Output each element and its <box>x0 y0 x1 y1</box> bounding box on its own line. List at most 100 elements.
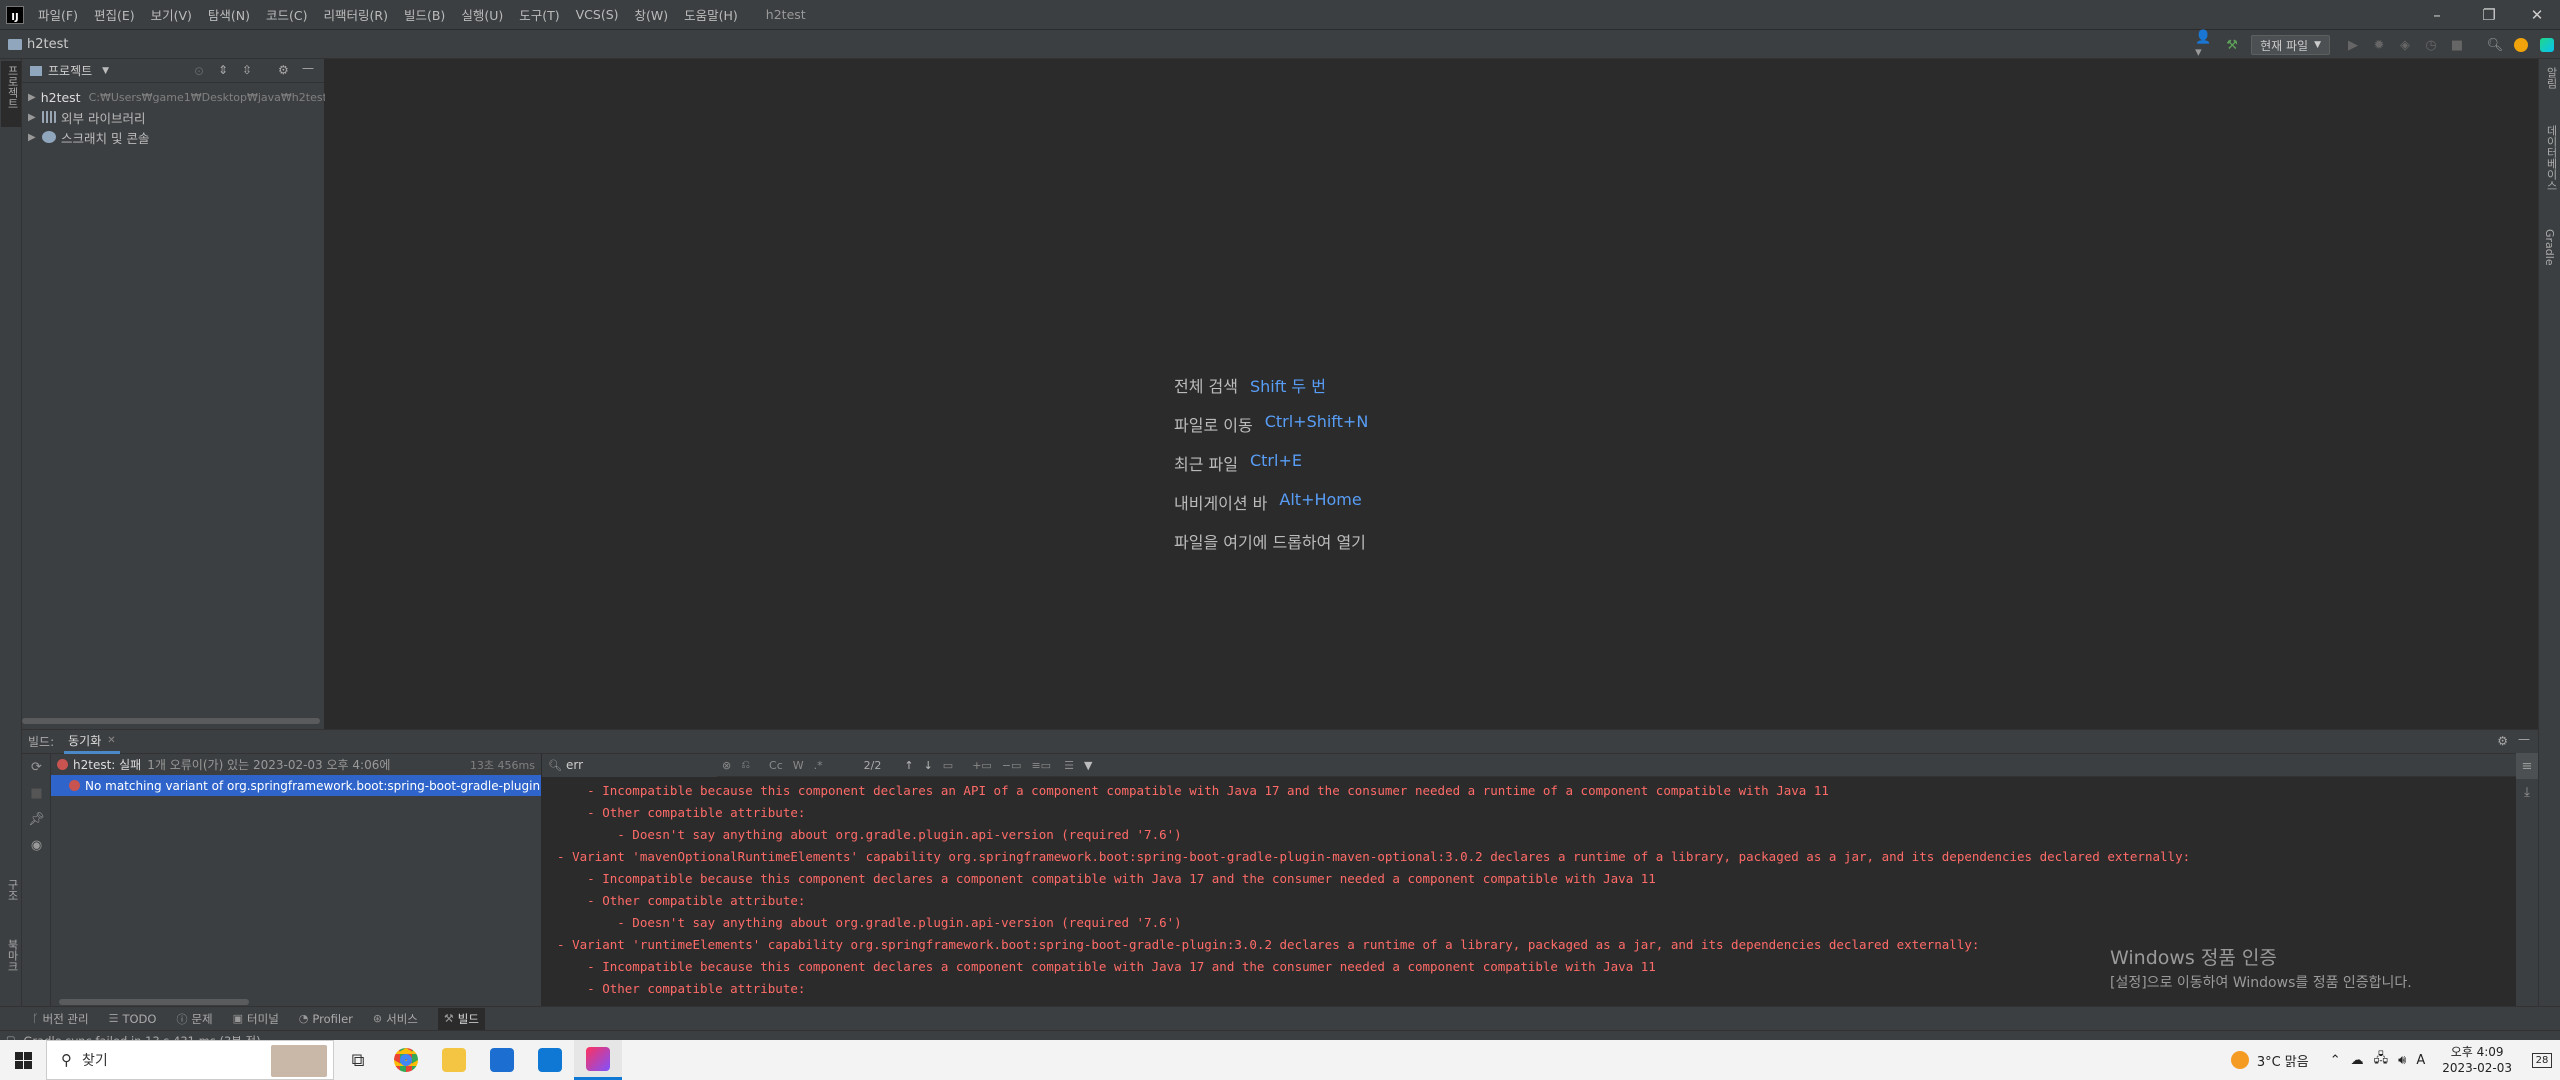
match-case-icon[interactable]: Cc <box>769 759 783 772</box>
structure-tool-tab[interactable]: 구조 <box>4 879 20 901</box>
menu-vcs[interactable]: VCS(S) <box>576 7 619 22</box>
tree-item-scratches[interactable]: ▶ 스크래치 및 콘솔 <box>22 127 324 147</box>
menu-build[interactable]: 빌드(B) <box>404 5 445 24</box>
hide-icon[interactable]: — <box>2518 732 2530 746</box>
ime-indicator[interactable]: A <box>2416 1053 2425 1068</box>
filter-icon[interactable]: ▼ <box>1084 759 1092 772</box>
build-hammer-icon[interactable]: ⚒ <box>2221 34 2243 56</box>
profile-icon[interactable]: ◷ <box>2420 34 2442 56</box>
scroll-to-end-icon[interactable]: ⤓ <box>2516 779 2538 805</box>
coverage-icon[interactable]: ◈ <box>2394 34 2416 56</box>
words-icon[interactable]: W <box>793 759 804 772</box>
remove-occurrence-icon[interactable]: −▭ <box>1002 759 1022 772</box>
weather-widget[interactable]: 3°C 맑음 <box>2230 1051 2309 1070</box>
gear-icon[interactable]: ⚙ <box>2497 734 2508 748</box>
menu-help[interactable]: 도움말(H) <box>684 5 738 24</box>
build-error-node[interactable]: No matching variant of org.springframewo… <box>51 775 541 796</box>
chevron-right-icon[interactable]: ▶ <box>28 132 42 143</box>
gradle-tool-tab[interactable]: Gradle <box>2543 229 2556 266</box>
arrow-down-icon[interactable]: ↓ <box>924 759 933 772</box>
locate-icon[interactable]: ⊙ <box>194 64 204 78</box>
volume-icon[interactable]: 🔊︎ <box>2398 1053 2406 1068</box>
minimize-button[interactable]: – <box>2414 0 2460 29</box>
navigation-bar: h2test 👤▾ ⚒ 현재 파일 ▼ ▶ ✹ ◈ ◷ ■ 🔍︎ <box>0 29 2560 60</box>
update-icon[interactable] <box>2510 34 2532 56</box>
tab-problems[interactable]: ⓘ 문제 <box>176 1011 212 1027</box>
menu-tools[interactable]: 도구(T) <box>519 5 559 24</box>
taskbar-search[interactable]: ⚲ 찾기 <box>46 1040 334 1080</box>
add-occurrence-icon[interactable]: +▭ <box>972 759 992 772</box>
tab-profiler[interactable]: ◔ Profiler <box>299 1012 353 1026</box>
tab-version-control[interactable]: ᚴ 버전 관리 <box>32 1011 89 1027</box>
start-button[interactable] <box>0 1040 46 1080</box>
task-view-button[interactable]: ⧉ <box>334 1040 382 1080</box>
arrow-up-icon[interactable]: ↑ <box>904 759 913 772</box>
taskbar-file-explorer[interactable] <box>430 1040 478 1080</box>
gear-icon[interactable]: ⚙ <box>278 63 289 77</box>
menu-refactor[interactable]: 리팩터링(R) <box>324 5 388 24</box>
tab-build[interactable]: ⚒ 빌드 <box>437 1007 485 1030</box>
close-icon[interactable]: ✕ <box>107 735 115 746</box>
stop-icon[interactable]: ■ <box>2446 34 2468 56</box>
menu-file[interactable]: 파일(F) <box>38 5 78 24</box>
onedrive-icon[interactable]: ☁ <box>2351 1053 2364 1068</box>
select-all-icon[interactable]: ▭ <box>943 759 953 772</box>
filter-lines-icon[interactable]: ☰ <box>1064 759 1074 772</box>
select-all-occurrences-icon[interactable]: ≡▭ <box>1031 759 1051 772</box>
jetbrains-logo-icon[interactable] <box>2536 34 2558 56</box>
bookmarks-tool-tab[interactable]: 북마크 <box>4 939 20 972</box>
clock[interactable]: 오후 4:09 2023-02-03 <box>2442 1044 2512 1076</box>
intellij-logo-icon[interactable]: IJ <box>6 5 24 24</box>
search-everywhere-icon[interactable]: 🔍︎ <box>2484 34 2506 56</box>
taskbar-store[interactable] <box>478 1040 526 1080</box>
run-icon[interactable]: ▶ <box>2342 34 2364 56</box>
stop-icon[interactable]: ■ <box>22 780 51 806</box>
collapse-all-icon[interactable]: ⇳ <box>242 63 252 77</box>
chevron-down-icon[interactable]: ▼ <box>102 66 109 76</box>
menu-navigate[interactable]: 탐색(N) <box>208 5 250 24</box>
eye-icon[interactable]: ◉ <box>22 832 51 858</box>
debug-icon[interactable]: ✹ <box>2368 34 2390 56</box>
tree-item-project[interactable]: ▶ h2test C:₩Users₩game1₩Desktop₩java₩h2t… <box>22 87 327 107</box>
build-tree-scrollbar[interactable] <box>59 999 249 1005</box>
run-config-select[interactable]: 현재 파일 ▼ <box>2251 35 2330 55</box>
sync-icon[interactable]: ⟳ <box>22 754 51 780</box>
network-icon[interactable]: 🖧︎ <box>2374 1049 2389 1071</box>
pin-icon[interactable]: 📌︎ <box>22 806 51 832</box>
build-root-node[interactable]: h2test: 실패 1개 오류이(가) 있는 2023-02-03 오후 4:… <box>51 754 541 775</box>
taskbar-chrome[interactable] <box>382 1040 430 1080</box>
project-panel-title[interactable]: 프로젝트 <box>48 62 92 79</box>
chevron-right-icon[interactable]: ▶ <box>28 112 42 123</box>
notifications-tool-tab[interactable]: 알림 <box>2543 67 2559 89</box>
menu-edit[interactable]: 편집(E) <box>94 5 135 24</box>
project-panel-scrollbar[interactable] <box>22 718 320 724</box>
menu-view[interactable]: 보기(V) <box>151 5 192 24</box>
database-tool-tab[interactable]: 데이터베이스 <box>2543 125 2559 191</box>
tab-todo[interactable]: ☰ TODO <box>109 1012 157 1026</box>
console-search-input[interactable] <box>542 753 717 777</box>
breadcrumb-project[interactable]: h2test <box>27 37 68 52</box>
menu-window[interactable]: 창(W) <box>635 5 669 24</box>
history-icon[interactable]: ⎌ <box>741 758 750 772</box>
notification-center-button[interactable]: 28 <box>2524 1040 2560 1080</box>
tab-sync[interactable]: 동기화 ✕ <box>64 730 120 754</box>
taskbar-mail[interactable] <box>526 1040 574 1080</box>
menu-code[interactable]: 코드(C) <box>266 5 307 24</box>
close-button[interactable]: ✕ <box>2514 0 2560 29</box>
chevron-right-icon[interactable]: ▶ <box>28 92 36 103</box>
menu-run[interactable]: 실행(U) <box>461 5 503 24</box>
regex-icon[interactable]: .* <box>814 759 823 772</box>
chevron-up-icon[interactable]: ⌃ <box>2330 1053 2341 1068</box>
clear-icon[interactable]: ⊗ <box>722 759 731 772</box>
add-user-icon[interactable]: 👤▾ <box>2195 30 2217 60</box>
tab-services[interactable]: ⊛ 서비스 <box>373 1011 418 1027</box>
tree-item-external-libraries[interactable]: ▶ 외부 라이브러리 <box>22 107 324 127</box>
taskbar-intellij[interactable] <box>574 1040 622 1080</box>
clock-date: 2023-02-03 <box>2442 1061 2512 1075</box>
maximize-button[interactable]: ❐ <box>2466 0 2512 29</box>
tab-terminal[interactable]: ▣ 터미널 <box>233 1011 279 1027</box>
expand-all-icon[interactable]: ⇕ <box>218 63 228 77</box>
soft-wrap-icon[interactable]: ≡ <box>2516 753 2538 779</box>
hide-icon[interactable]: — <box>302 61 314 75</box>
project-tool-tab[interactable]: 프로젝트 <box>4 65 20 109</box>
